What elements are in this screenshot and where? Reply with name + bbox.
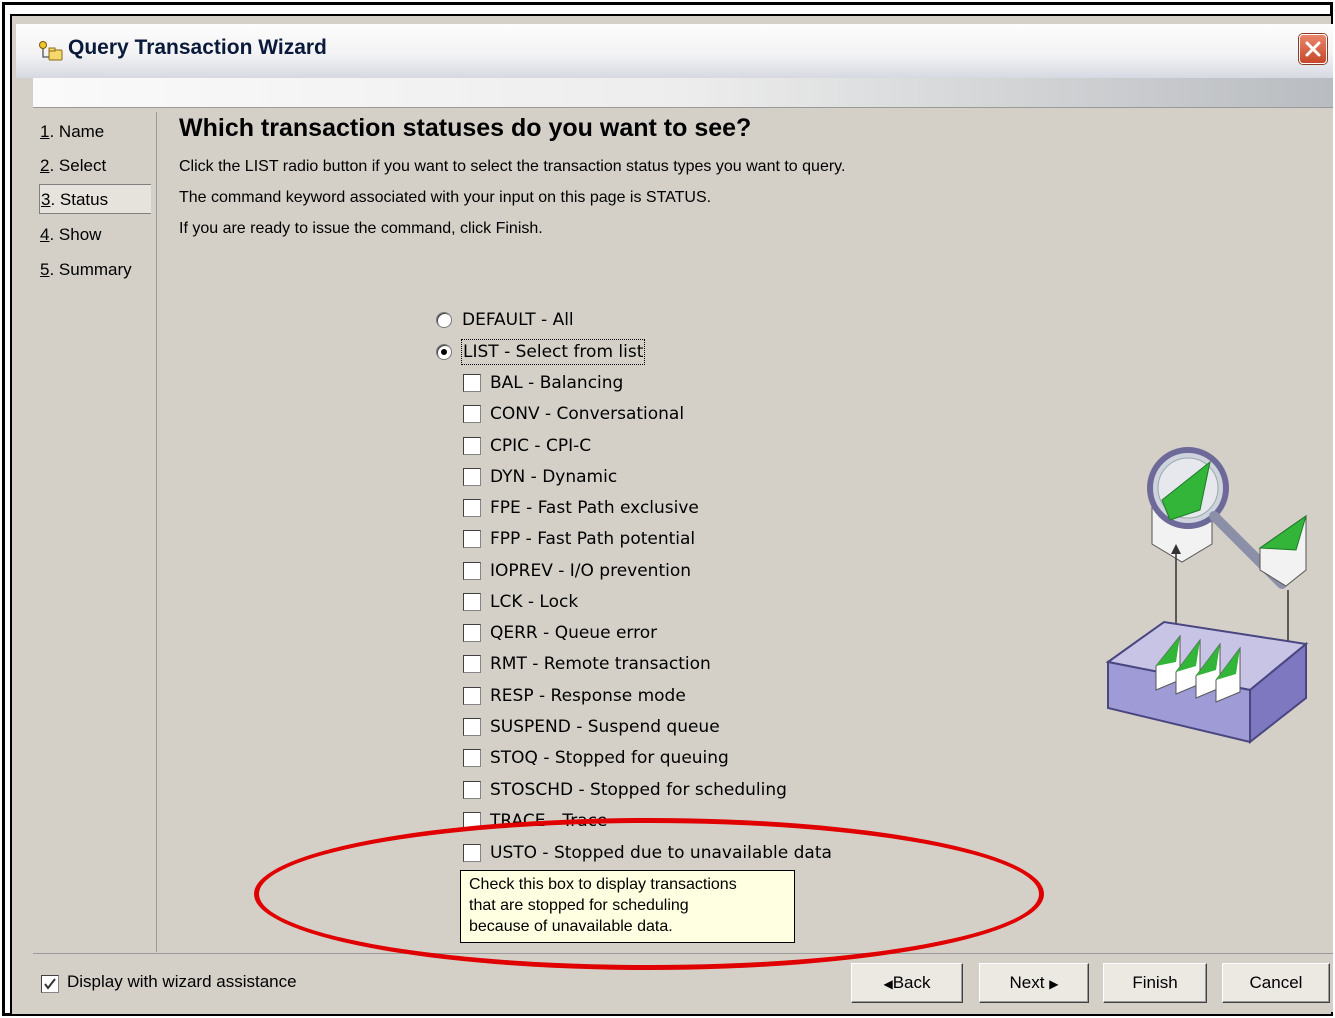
checkbox[interactable] bbox=[463, 655, 481, 673]
checkbox-label: FPE - Fast Path exclusive bbox=[490, 498, 699, 518]
checkbox-suspend[interactable]: SUSPEND - Suspend queue bbox=[463, 715, 783, 739]
checkbox-label: TRACE - Trace bbox=[490, 811, 608, 831]
close-icon bbox=[1305, 41, 1321, 57]
checkbox-label: CONV - Conversational bbox=[490, 404, 685, 424]
checkbox-label: CPIC - CPI-C bbox=[490, 436, 592, 456]
step-status[interactable]: 3. Status bbox=[39, 184, 151, 214]
finish-button[interactable]: Finish bbox=[1103, 963, 1207, 1003]
checkbox[interactable] bbox=[463, 405, 481, 423]
checkbox-bal[interactable]: BAL - Balancing bbox=[463, 371, 783, 395]
step-summary[interactable]: 5. Summary bbox=[39, 255, 151, 285]
checkbox-label: STOQ - Stopped for queuing bbox=[490, 748, 729, 768]
checkbox-label: BAL - Balancing bbox=[490, 373, 624, 393]
checkbox-fpe[interactable]: FPE - Fast Path exclusive bbox=[463, 496, 783, 520]
radio-list-label: LIST - Select from list bbox=[460, 339, 646, 365]
step-show[interactable]: 4. Show bbox=[39, 220, 151, 250]
query-illustration bbox=[1100, 440, 1320, 764]
tooltip: Check this box to display transactions t… bbox=[460, 870, 795, 943]
checkbox-conv[interactable]: CONV - Conversational bbox=[463, 402, 783, 426]
checkbox[interactable] bbox=[463, 562, 481, 580]
checkmark-icon bbox=[44, 978, 56, 990]
checkbox-label: RESP - Response mode bbox=[490, 686, 686, 706]
checkbox-label: STOSCHD - Stopped for scheduling bbox=[490, 780, 787, 800]
checkbox-qerr[interactable]: QERR - Queue error bbox=[463, 621, 783, 645]
magnifier-envelopes-icon bbox=[1105, 447, 1309, 745]
checkbox-fpp[interactable]: FPP - Fast Path potential bbox=[463, 527, 783, 551]
checkbox-lck[interactable]: LCK - Lock bbox=[463, 590, 783, 614]
checkbox-rmt[interactable]: RMT - Remote transaction bbox=[463, 652, 783, 676]
tooltip-line: that are stopped for scheduling bbox=[469, 897, 689, 914]
checkbox-label: USTO - Stopped due to unavailable data bbox=[490, 843, 832, 863]
wizard-icon bbox=[38, 40, 64, 62]
checkbox-stoq[interactable]: STOQ - Stopped for queuing bbox=[463, 746, 783, 770]
instruction-line-1: Click the LIST radio button if you want … bbox=[179, 158, 846, 175]
checkbox[interactable] bbox=[463, 749, 481, 767]
radio-button[interactable] bbox=[436, 312, 452, 328]
tooltip-line: because of unavailable data. bbox=[469, 918, 673, 935]
right-arrow-icon: ▶ bbox=[1049, 977, 1059, 991]
checkbox[interactable] bbox=[463, 687, 481, 705]
checkbox-ioprev[interactable]: IOPREV - I/O prevention bbox=[463, 559, 783, 583]
radio-button[interactable] bbox=[436, 344, 452, 360]
radio-default[interactable]: DEFAULT - All bbox=[436, 308, 736, 332]
wizard-footer: Display with wizard assistance ◀Back Nex… bbox=[33, 953, 1333, 1012]
wizard-banner bbox=[33, 78, 1333, 108]
step-select[interactable]: 2. Select bbox=[39, 151, 151, 181]
checkbox-resp[interactable]: RESP - Response mode bbox=[463, 684, 783, 708]
checkbox-label: DYN - Dynamic bbox=[490, 467, 618, 487]
radio-default-label: DEFAULT - All bbox=[462, 310, 574, 330]
checkbox-label: FPP - Fast Path potential bbox=[490, 529, 696, 549]
cancel-button[interactable]: Cancel bbox=[1222, 963, 1330, 1003]
checkbox-label: IOPREV - I/O prevention bbox=[490, 561, 692, 581]
instruction-line-2: The command keyword associated with your… bbox=[179, 189, 712, 206]
back-button[interactable]: ◀Back bbox=[851, 963, 963, 1003]
checkbox[interactable] bbox=[463, 718, 481, 736]
checkbox[interactable] bbox=[463, 374, 481, 392]
checkbox[interactable] bbox=[463, 437, 481, 455]
left-arrow-icon: ◀ bbox=[883, 977, 893, 991]
checkbox[interactable] bbox=[463, 468, 481, 486]
instruction-line-3: If you are ready to issue the command, c… bbox=[179, 220, 543, 237]
next-button[interactable]: Next ▶ bbox=[979, 963, 1089, 1003]
checkbox[interactable] bbox=[463, 499, 481, 517]
radio-list[interactable]: LIST - Select from list bbox=[436, 339, 736, 365]
title-bar: Query Transaction Wizard bbox=[16, 24, 1333, 78]
checkbox[interactable] bbox=[463, 624, 481, 642]
checkbox-usto[interactable]: USTO - Stopped due to unavailable data bbox=[463, 841, 832, 865]
step-name[interactable]: 1. Name bbox=[39, 117, 151, 147]
wizard-assistance-checkbox[interactable] bbox=[41, 975, 59, 993]
checkbox[interactable] bbox=[463, 844, 481, 862]
wizard-assistance-label: Display with wizard assistance bbox=[67, 972, 297, 991]
checkbox-label: RMT - Remote transaction bbox=[490, 654, 711, 674]
tooltip-line: Check this box to display transactions bbox=[469, 876, 737, 893]
checkbox-stoschd[interactable]: STOSCHD - Stopped for scheduling bbox=[463, 778, 793, 802]
checkbox-label: SUSPEND - Suspend queue bbox=[490, 717, 720, 737]
checkbox[interactable] bbox=[463, 812, 481, 830]
window-title: Query Transaction Wizard bbox=[68, 36, 327, 59]
checkbox-dyn[interactable]: DYN - Dynamic bbox=[463, 465, 783, 489]
checkbox-label: LCK - Lock bbox=[490, 592, 579, 612]
checkbox-cpic[interactable]: CPIC - CPI-C bbox=[463, 434, 783, 458]
checkbox-label: QERR - Queue error bbox=[490, 623, 658, 643]
wizard-steps-sidebar: 1. Name 2. Select 3. Status 4. Show 5. S… bbox=[33, 112, 157, 952]
page-heading: Which transaction statuses do you want t… bbox=[179, 114, 752, 142]
checkbox[interactable] bbox=[463, 593, 481, 611]
checkbox-trace[interactable]: TRACE - Trace bbox=[463, 809, 783, 833]
checkbox[interactable] bbox=[463, 781, 481, 799]
checkbox[interactable] bbox=[463, 530, 481, 548]
close-button[interactable] bbox=[1299, 34, 1327, 64]
